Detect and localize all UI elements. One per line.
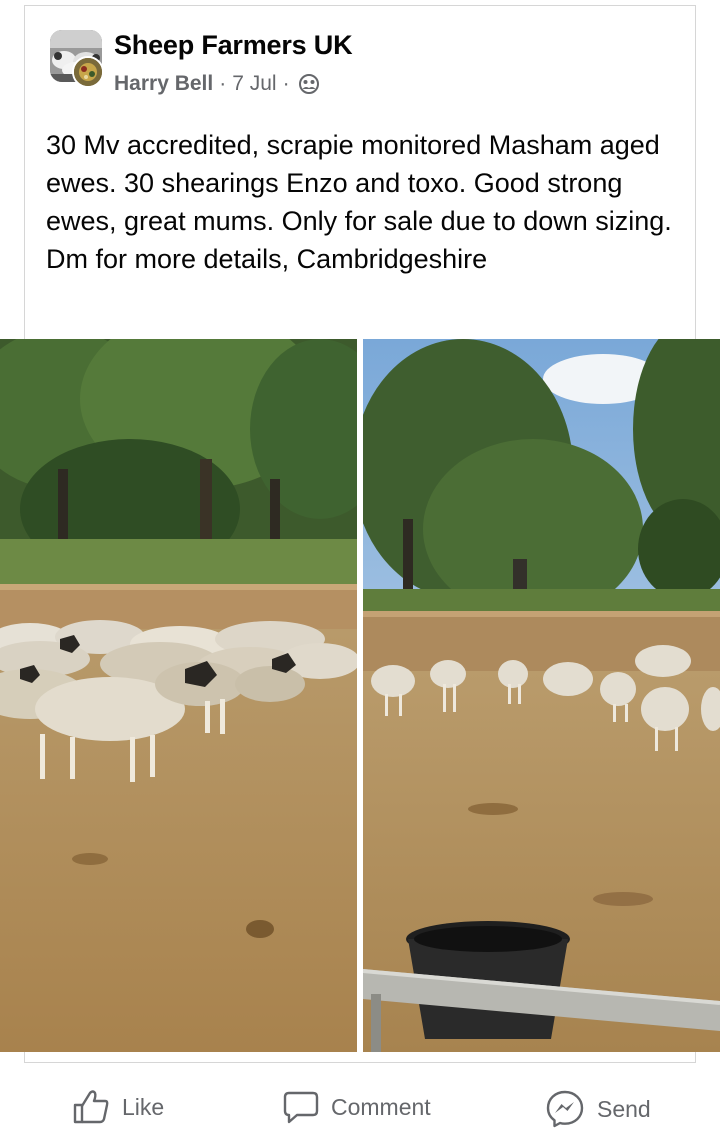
comment-icon: [283, 1091, 319, 1124]
meta-separator: ·: [219, 72, 227, 95]
comment-button[interactable]: Comment: [283, 1089, 431, 1125]
like-button[interactable]: Like: [72, 1089, 164, 1125]
meta-separator: ·: [282, 72, 290, 95]
avatar-stack[interactable]: [50, 30, 104, 88]
user-avatar[interactable]: [72, 56, 104, 88]
send-label: Send: [597, 1095, 651, 1122]
post-header: Sheep Farmers UK Harry Bell · 7 Jul ·: [50, 30, 670, 95]
author-name[interactable]: Harry Bell: [114, 72, 213, 96]
group-name[interactable]: Sheep Farmers UK: [114, 30, 353, 61]
post-meta: Harry Bell · 7 Jul ·: [114, 72, 320, 96]
group-audience-icon[interactable]: [298, 73, 320, 95]
post-body-text: 30 Mv accredited, scrapie monitored Mash…: [46, 130, 672, 274]
post-action-bar: Like Comment Send: [0, 1063, 720, 1129]
photo-sheep-flock-trees[interactable]: [0, 339, 357, 1052]
photo-grid: [0, 339, 720, 1052]
post-date[interactable]: 7 Jul: [232, 72, 276, 96]
like-label: Like: [122, 1093, 165, 1120]
send-button[interactable]: Send: [545, 1089, 651, 1129]
thumbs-up-icon: [73, 1090, 109, 1124]
messenger-icon: [546, 1090, 584, 1128]
photo-sheep-pen-bucket[interactable]: [363, 339, 720, 1052]
comment-label: Comment: [331, 1093, 431, 1120]
